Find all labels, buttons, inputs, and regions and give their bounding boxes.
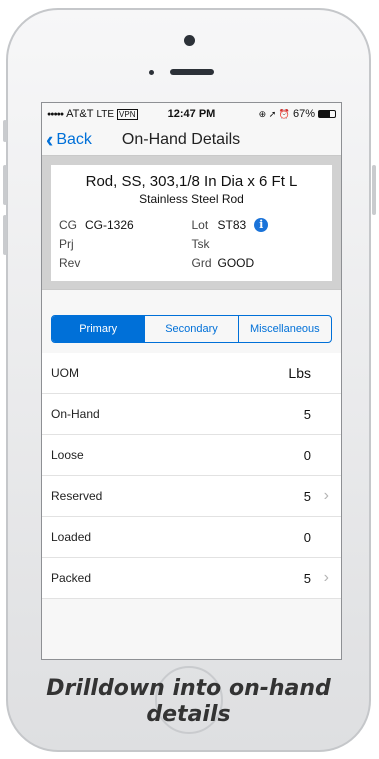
cg-value: CG-1326 bbox=[85, 217, 134, 232]
navigation-bar: ‹ Back On-Hand Details bbox=[42, 125, 341, 156]
info-icon[interactable]: i bbox=[254, 217, 269, 232]
list-row-uom: UOM Lbs bbox=[42, 353, 341, 394]
row-value: Lbs bbox=[288, 365, 311, 381]
cg-label: CG bbox=[59, 217, 77, 232]
earpiece-speaker bbox=[170, 69, 214, 75]
attribute-cg: CG CG-1326 bbox=[59, 216, 192, 233]
battery-percent: 67% bbox=[292, 108, 315, 120]
signal-strength-icon: ●●●●● bbox=[47, 110, 64, 118]
grd-value: GOOD bbox=[217, 255, 255, 270]
row-label: Loaded bbox=[51, 530, 92, 544]
proximity-sensor bbox=[149, 70, 154, 75]
vpn-badge: VPN bbox=[117, 108, 138, 120]
attribute-rev: Rev bbox=[59, 254, 192, 271]
row-value: 5 bbox=[303, 488, 311, 504]
power-button bbox=[372, 165, 376, 215]
front-camera bbox=[184, 35, 195, 46]
attribute-grd: Grd GOOD bbox=[192, 254, 325, 271]
phone-screen: ●●●●● AT&T LTE VPN 12:47 PM ⊕ ➚ ⏰ 67% ‹ … bbox=[41, 102, 342, 660]
tsk-label: Tsk bbox=[191, 236, 210, 251]
list-row-reserved[interactable]: Reserved 5 › bbox=[42, 476, 341, 517]
item-attributes: CG CG-1326 Lot ST83 i Prj Tsk Rev Grd GO… bbox=[59, 216, 324, 271]
volume-up-button bbox=[3, 165, 7, 205]
row-label: On-Hand bbox=[51, 407, 100, 421]
tab-miscellaneous[interactable]: Miscellaneous bbox=[239, 316, 331, 342]
row-label: UOM bbox=[51, 366, 79, 380]
item-summary-panel: Rod, SS, 303,1/8 In Dia x 6 Ft L Stainle… bbox=[42, 156, 341, 289]
list-row-on-hand: On-Hand 5 bbox=[42, 394, 341, 435]
item-card: Rod, SS, 303,1/8 In Dia x 6 Ft L Stainle… bbox=[51, 165, 332, 281]
row-value: 0 bbox=[303, 529, 311, 545]
lot-label: Lot bbox=[191, 217, 209, 232]
item-title: Rod, SS, 303,1/8 In Dia x 6 Ft L bbox=[85, 173, 298, 190]
chevron-right-icon: › bbox=[323, 569, 329, 586]
list-row-loose: Loose 0 bbox=[42, 435, 341, 476]
status-icons: ⊕ ➚ ⏰ bbox=[258, 108, 290, 119]
carrier-name: AT&T bbox=[66, 108, 94, 120]
mute-switch bbox=[3, 120, 7, 142]
back-button[interactable]: ‹ Back bbox=[42, 127, 92, 152]
row-value: 0 bbox=[303, 447, 311, 463]
segmented-control: Primary Secondary Miscellaneous bbox=[51, 315, 332, 343]
row-label: Packed bbox=[51, 571, 92, 585]
chevron-left-icon: ‹ bbox=[46, 127, 54, 152]
row-value: 5 bbox=[303, 570, 311, 586]
row-value: 5 bbox=[303, 406, 311, 422]
attribute-lot: Lot ST83 i bbox=[192, 216, 325, 233]
chevron-right-icon: › bbox=[323, 487, 329, 504]
quantity-list: UOM Lbs On-Hand 5 Loose 0 Reserved 5 › L… bbox=[42, 353, 341, 599]
status-time: 12:47 PM bbox=[167, 108, 216, 120]
tab-secondary[interactable]: Secondary bbox=[145, 316, 239, 342]
prj-label: Prj bbox=[59, 236, 74, 251]
row-label: Reserved bbox=[51, 489, 103, 503]
battery-icon bbox=[317, 110, 336, 118]
tab-primary[interactable]: Primary bbox=[52, 316, 146, 342]
caption-text: Drilldown into on-hand details bbox=[46, 676, 331, 727]
back-label: Back bbox=[56, 131, 92, 148]
item-description: Stainless Steel Rod bbox=[139, 192, 244, 206]
list-row-loaded: Loaded 0 bbox=[42, 517, 341, 558]
lot-value: ST83 bbox=[217, 217, 247, 232]
status-bar: ●●●●● AT&T LTE VPN 12:47 PM ⊕ ➚ ⏰ 67% bbox=[42, 103, 341, 125]
attribute-prj: Prj bbox=[59, 235, 192, 252]
segment-control-area: Primary Secondary Miscellaneous bbox=[42, 289, 341, 353]
volume-down-button bbox=[3, 215, 7, 255]
list-row-packed[interactable]: Packed 5 › bbox=[42, 558, 341, 599]
grd-label: Grd bbox=[191, 255, 212, 270]
row-label: Loose bbox=[51, 448, 84, 462]
network-type: LTE bbox=[96, 108, 115, 120]
rev-label: Rev bbox=[59, 255, 81, 270]
attribute-tsk: Tsk bbox=[192, 235, 325, 252]
page-title: On-Hand Details bbox=[121, 131, 241, 148]
